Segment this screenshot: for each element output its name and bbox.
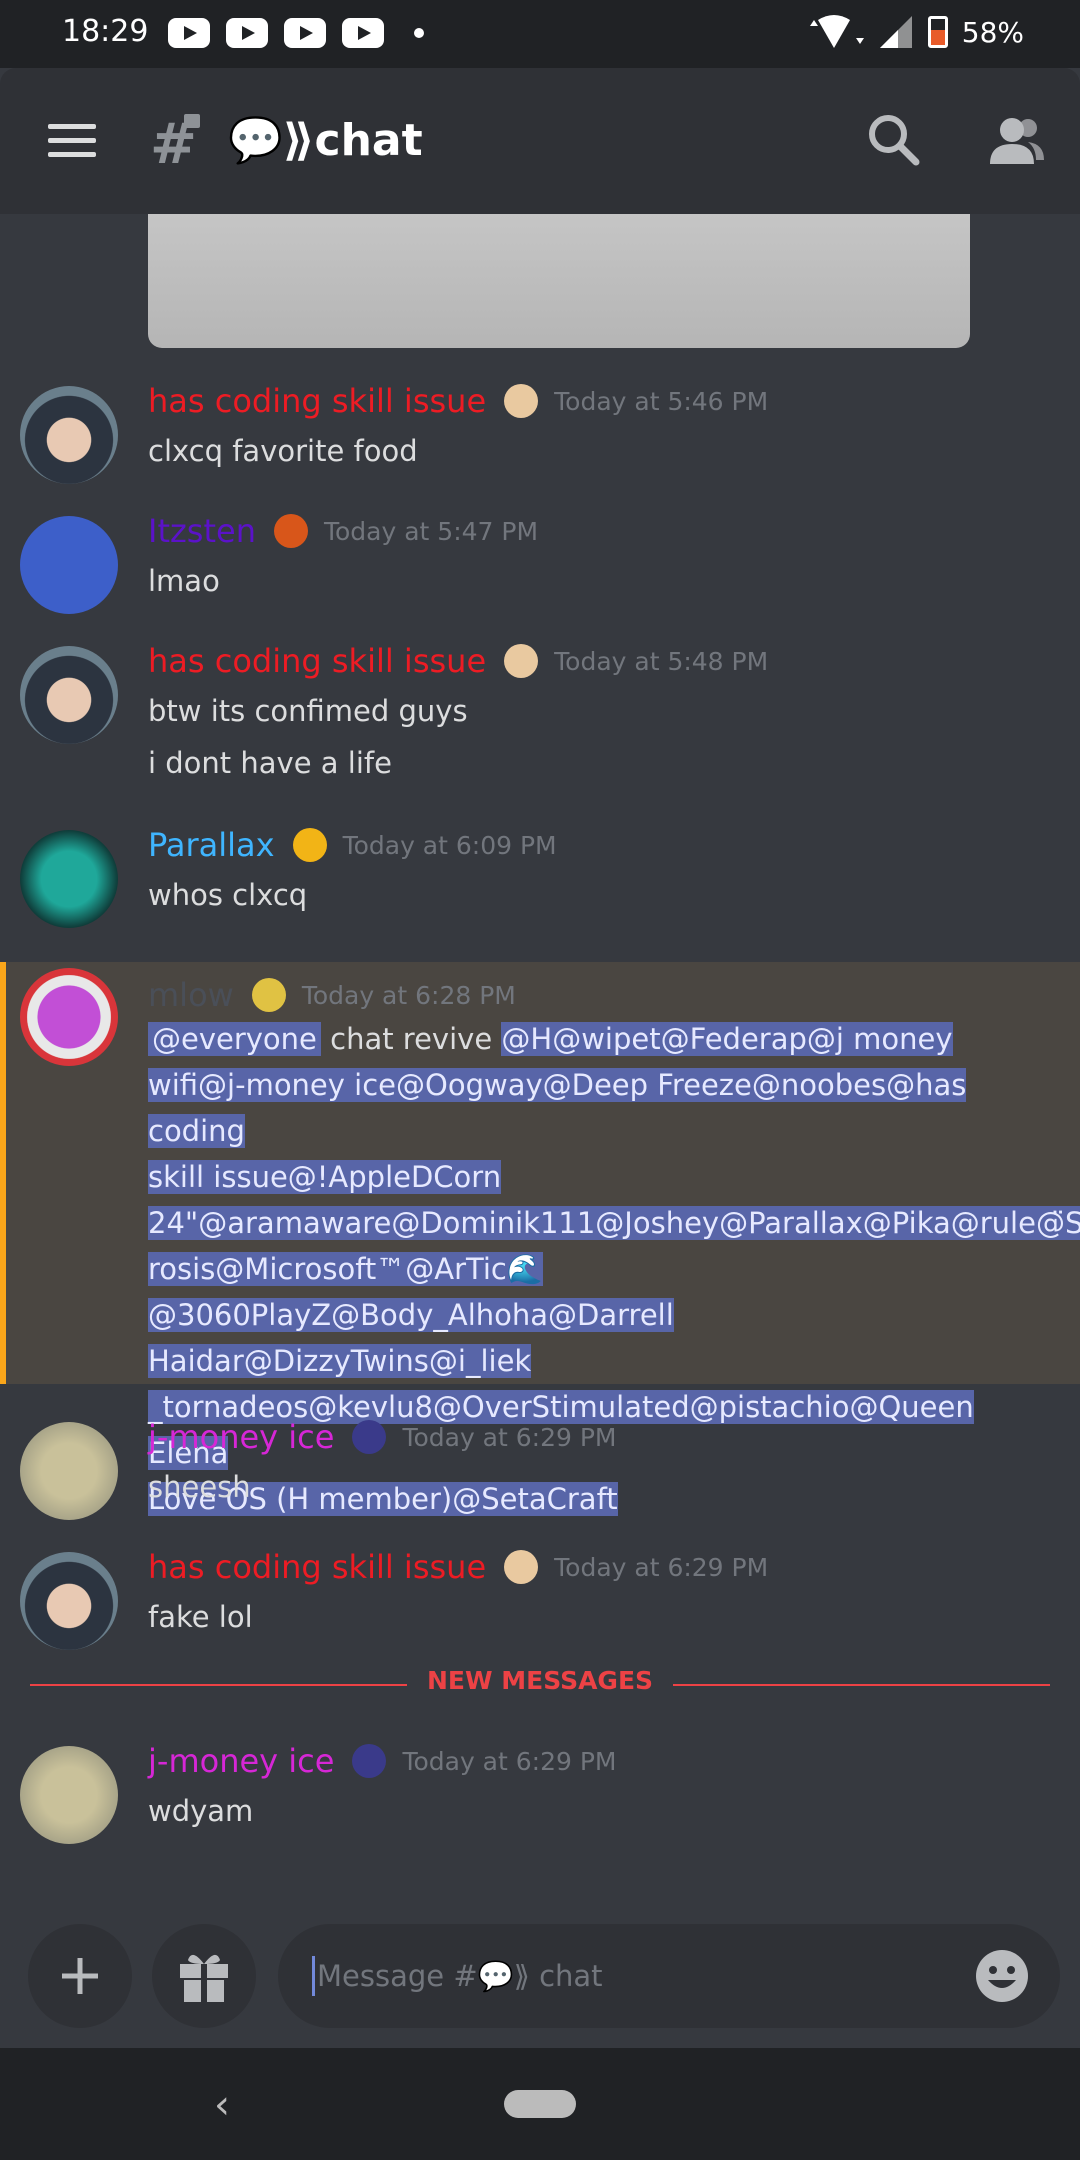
username[interactable]: has coding skill issue bbox=[148, 1548, 486, 1586]
search-icon[interactable] bbox=[862, 108, 926, 172]
message-header: j-money ice Today at 6:29 PM bbox=[148, 1418, 617, 1456]
message: has coding skill issue Today at 5:48 PM … bbox=[0, 642, 1080, 792]
message-header: Parallax Today at 6:09 PM bbox=[148, 826, 557, 864]
wifi-icon bbox=[809, 15, 864, 48]
timestamp: Today at 6:09 PM bbox=[342, 830, 557, 860]
timestamp: Today at 6:29 PM bbox=[554, 1552, 769, 1582]
gift-button[interactable] bbox=[152, 1924, 256, 2028]
h-badge-icon bbox=[352, 1420, 387, 1454]
username[interactable]: j-money ice bbox=[148, 1418, 334, 1456]
message: Itzsten Today at 5:47 PM lmao bbox=[0, 512, 1080, 622]
message-placeholder: Message #💬⟫ chat bbox=[317, 1958, 603, 1993]
new-messages-divider: NEW MESSAGES bbox=[30, 1664, 1050, 1704]
gift-icon bbox=[180, 1954, 228, 2002]
message-header: has coding skill issue Today at 5:48 PM bbox=[148, 642, 768, 680]
plus-icon bbox=[62, 1958, 98, 1994]
members-icon[interactable] bbox=[984, 108, 1048, 172]
message-header: j-money ice Today at 6:29 PM bbox=[148, 1742, 617, 1780]
system-indicators: 58% bbox=[804, 14, 1024, 50]
message-text: chat revive bbox=[320, 1022, 502, 1056]
add-attachment-button[interactable] bbox=[28, 1924, 132, 2028]
message-header: mlow Today at 6:28 PM bbox=[148, 976, 516, 1014]
timestamp: Today at 5:47 PM bbox=[323, 516, 539, 546]
message-header: has coding skill issue Today at 6:29 PM bbox=[148, 1548, 768, 1586]
cell-signal-icon bbox=[879, 16, 912, 48]
message-text: sheesh bbox=[148, 1470, 251, 1504]
username[interactable]: j-money ice bbox=[148, 1742, 334, 1780]
youtube-icon bbox=[168, 18, 210, 48]
message-list[interactable]: has coding skill issue Today at 5:46 PM … bbox=[0, 214, 1080, 1894]
channel-title: 💬⟫chat bbox=[228, 115, 423, 166]
timestamp: Today at 5:46 PM bbox=[554, 386, 769, 416]
battery-icon bbox=[927, 16, 948, 48]
message-text: i dont have a life bbox=[148, 746, 392, 780]
message: Parallax Today at 6:09 PM whos clxcq bbox=[0, 826, 1080, 936]
username[interactable]: Parallax bbox=[148, 826, 275, 864]
notification-icons bbox=[168, 18, 424, 48]
avatar[interactable] bbox=[20, 830, 118, 928]
composer-bar: Message #💬⟫ chat bbox=[0, 1894, 1080, 2048]
avatar[interactable] bbox=[20, 1422, 118, 1520]
message-header: has coding skill issue Today at 5:46 PM bbox=[148, 382, 768, 420]
message-input[interactable]: Message #💬⟫ chat bbox=[278, 1924, 1060, 2028]
username[interactable]: has coding skill issue bbox=[148, 382, 486, 420]
mention-list[interactable]: skill issue@!AppleDCorn bbox=[148, 1160, 502, 1194]
lock-icon bbox=[184, 114, 200, 128]
timestamp: Today at 5:48 PM bbox=[554, 646, 769, 676]
h-badge-icon bbox=[352, 1744, 387, 1778]
message-text: wdyam bbox=[148, 1794, 254, 1828]
emoji-icon[interactable] bbox=[972, 1946, 1032, 2006]
back-chevron-icon[interactable]: ‹ bbox=[214, 2082, 230, 2128]
system-nav-bar: ‹ bbox=[0, 2048, 1080, 2160]
username[interactable]: mlow bbox=[148, 976, 234, 1014]
avatar[interactable] bbox=[20, 1746, 118, 1844]
timestamp: Today at 6:29 PM bbox=[402, 1422, 617, 1452]
message: has coding skill issue Today at 6:29 PM … bbox=[0, 1548, 1080, 1658]
avatar[interactable] bbox=[20, 968, 118, 1066]
timestamp: Today at 6:28 PM bbox=[301, 980, 516, 1010]
avatar[interactable] bbox=[20, 516, 118, 614]
youtube-icon bbox=[226, 18, 268, 48]
mention-list[interactable]: 24"@aramaware@Dominik111@Joshey@Parallax… bbox=[148, 1206, 1080, 1240]
h-badge-icon bbox=[273, 514, 308, 548]
youtube-icon bbox=[342, 18, 384, 48]
home-pill[interactable] bbox=[504, 2090, 576, 2118]
status-time: 18:29 bbox=[62, 14, 149, 49]
message-header: Itzsten Today at 5:47 PM bbox=[148, 512, 538, 550]
message-text: btw its confimed guys bbox=[148, 694, 468, 728]
smiley-badge-icon bbox=[292, 828, 327, 862]
doge-badge-icon bbox=[504, 1550, 539, 1584]
avatar[interactable] bbox=[20, 646, 118, 744]
battery-percent: 58% bbox=[961, 15, 1024, 49]
doge-badge-icon bbox=[504, 384, 539, 418]
channel-header: # 💬⟫chat bbox=[0, 68, 1080, 214]
avatar[interactable] bbox=[20, 1552, 118, 1650]
youtube-icon bbox=[284, 18, 326, 48]
doge-badge-icon bbox=[504, 644, 539, 678]
divider-label: NEW MESSAGES bbox=[406, 1666, 674, 1695]
message: has coding skill issue Today at 5:46 PM … bbox=[0, 382, 1080, 492]
mention-list[interactable]: @H@wipet@Federap@j money bbox=[501, 1022, 953, 1056]
menu-icon[interactable] bbox=[48, 124, 96, 158]
mention-everyone[interactable]: @everyone bbox=[148, 1022, 321, 1056]
mention-message: mlow Today at 6:28 PM @everyone chat rev… bbox=[0, 962, 1080, 1516]
mention-list[interactable]: wifi@j-money ice@Oogway@Deep Freeze@noob… bbox=[148, 1068, 967, 1148]
message-text: lmao bbox=[148, 564, 220, 598]
username[interactable]: Itzsten bbox=[148, 512, 256, 550]
message-text: whos clxcq bbox=[148, 878, 308, 912]
message-text: fake lol bbox=[148, 1600, 253, 1634]
status-bar: 18:29 58% bbox=[0, 0, 1080, 68]
message: j-money ice Today at 6:29 PM wdyam bbox=[0, 1742, 1080, 1852]
image-attachment[interactable] bbox=[148, 214, 970, 348]
laugh-badge-icon bbox=[251, 978, 286, 1012]
more-notifications-icon bbox=[414, 28, 424, 38]
username[interactable]: has coding skill issue bbox=[148, 642, 486, 680]
mention-list[interactable]: Haidar@DizzyTwins@i_liek bbox=[148, 1344, 532, 1378]
text-caret bbox=[312, 1956, 315, 1996]
avatar[interactable] bbox=[20, 386, 118, 484]
timestamp: Today at 6:29 PM bbox=[402, 1746, 617, 1776]
message-text: clxcq favorite food bbox=[148, 434, 418, 468]
mention-list[interactable]: rosis@Microsoft™@ArTic🌊@3060PlayZ@Body_A… bbox=[148, 1252, 674, 1332]
message: j-money ice Today at 6:29 PM sheesh bbox=[0, 1418, 1080, 1528]
